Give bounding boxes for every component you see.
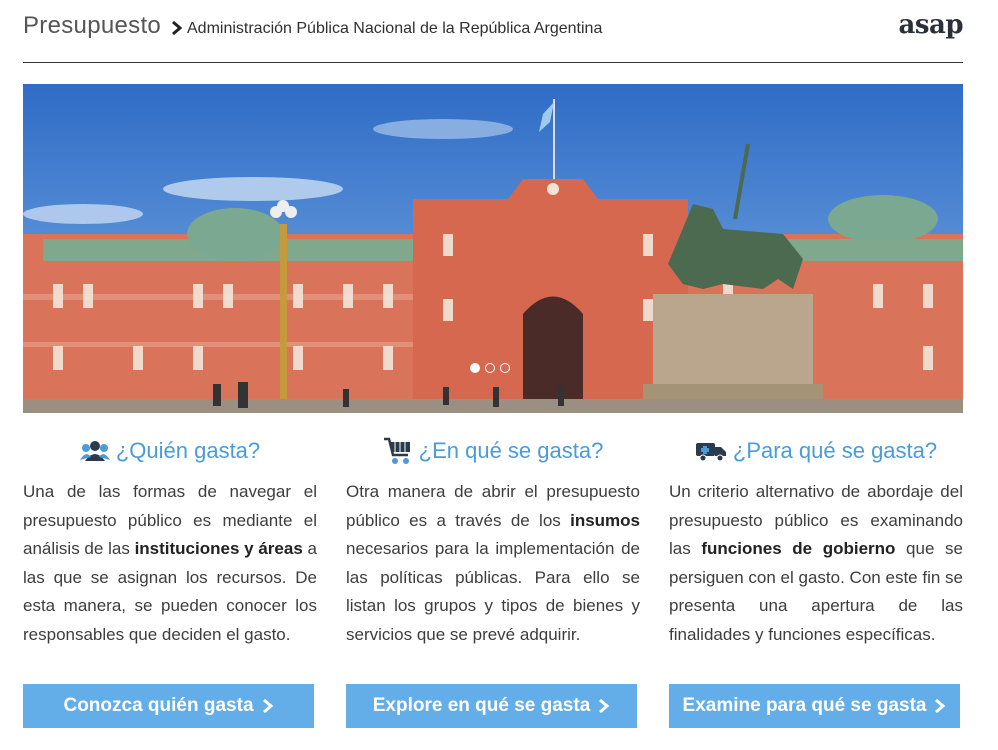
breadcrumb[interactable]: Administración Pública Nacional de la Re… bbox=[187, 20, 602, 38]
carousel-dot-2[interactable] bbox=[485, 363, 495, 373]
section-title: ¿Quién gasta? bbox=[115, 438, 261, 463]
button-label: Examine para qué se gasta bbox=[682, 695, 927, 716]
description-bold: instituciones y áreas bbox=[134, 539, 303, 558]
section-title: ¿En qué se gasta? bbox=[418, 438, 604, 463]
carousel-dot-3[interactable] bbox=[500, 363, 510, 373]
chevron-right-icon bbox=[935, 698, 946, 714]
description-bold: funciones de gobierno bbox=[701, 539, 896, 558]
chevron-right-icon bbox=[262, 698, 273, 714]
carousel-dot-1[interactable] bbox=[470, 363, 480, 373]
button-label: Explore en qué se gasta bbox=[372, 695, 591, 716]
description-bold: insumos bbox=[570, 510, 640, 530]
chevron-right-icon bbox=[172, 21, 183, 35]
section-en-que-se-gasta: ¿En qué se gasta? Otra manera de abrir e… bbox=[346, 432, 640, 728]
carousel-indicators bbox=[470, 363, 510, 373]
section-title: ¿Para qué se gasta? bbox=[732, 438, 938, 463]
chevron-right-icon bbox=[599, 698, 610, 714]
cart-icon bbox=[383, 437, 410, 464]
asap-logo[interactable]: asap bbox=[898, 10, 963, 40]
conozca-quien-gasta-button[interactable]: Conozca quién gasta bbox=[23, 684, 314, 728]
section-description: Una de las formas de navegar el presupue… bbox=[23, 478, 317, 678]
page-header: Presupuesto Administración Pública Nacio… bbox=[23, 0, 963, 63]
section-heading[interactable]: ¿En qué se gasta? bbox=[346, 432, 640, 470]
hero-carousel[interactable] bbox=[23, 84, 963, 413]
section-para-que-se-gasta: ¿Para qué se gasta? Un criterio alternat… bbox=[669, 432, 963, 728]
explore-en-que-se-gasta-button[interactable]: Explore en qué se gasta bbox=[346, 684, 637, 728]
section-quien-gasta: ¿Quién gasta? Una de las formas de naveg… bbox=[23, 432, 317, 728]
section-heading[interactable]: ¿Para qué se gasta? bbox=[669, 432, 963, 470]
examine-para-que-se-gasta-button[interactable]: Examine para qué se gasta bbox=[669, 684, 960, 728]
section-description: Un criterio alternativo de abordaje del … bbox=[669, 478, 963, 678]
ambulance-icon bbox=[695, 443, 726, 462]
description-text: necesarios para la implementación de las… bbox=[346, 539, 640, 644]
page-title[interactable]: Presupuesto bbox=[23, 12, 161, 40]
section-description: Otra manera de abrir el presupuesto públ… bbox=[346, 478, 640, 678]
button-label: Conozca quién gasta bbox=[63, 695, 254, 716]
users-icon bbox=[79, 441, 110, 461]
section-heading[interactable]: ¿Quién gasta? bbox=[23, 432, 317, 470]
